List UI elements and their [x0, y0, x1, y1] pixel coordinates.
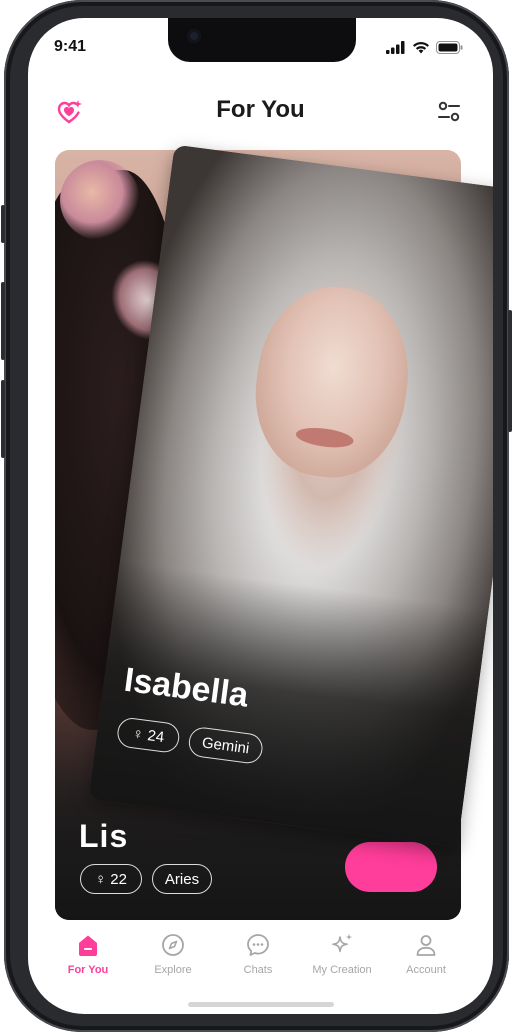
user-icon	[416, 935, 436, 956]
back-card-name: Lis	[79, 818, 129, 854]
sliders-icon[interactable]	[435, 98, 463, 126]
silent-switch	[1, 205, 5, 243]
zodiac-chip: Aries	[152, 864, 212, 894]
tab-chats[interactable]: Chats	[213, 932, 303, 976]
tab-label: My Creation	[312, 964, 372, 976]
tab-label: Explore	[154, 964, 192, 976]
signal-icon	[386, 41, 405, 54]
chat-action-button[interactable]	[345, 842, 437, 892]
tab-account[interactable]: Account	[381, 932, 471, 976]
age-value: 24	[146, 726, 166, 746]
wifi-icon	[413, 41, 429, 54]
home-icon	[79, 935, 97, 956]
notch	[168, 18, 356, 62]
app-header: For You	[28, 96, 493, 132]
tab-label: Account	[406, 964, 446, 976]
battery-icon	[436, 41, 463, 54]
app-screen: 9:41 For You Lis ♀ 22 Aries Isabella ♀ 2…	[28, 18, 493, 1014]
card-photo-flower	[60, 160, 140, 240]
chat-icon	[247, 934, 269, 956]
sparkle-icon	[332, 934, 352, 953]
tab-explore[interactable]: Explore	[128, 932, 218, 976]
volume-up-button	[1, 282, 5, 360]
bottom-tab-bar: For You Explore Chats My Creation Accoun…	[28, 924, 493, 994]
compass-icon	[162, 934, 184, 956]
power-button	[508, 310, 512, 432]
female-icon: ♀	[95, 870, 107, 888]
phone-frame: 9:41 For You Lis ♀ 22 Aries Isabella ♀ 2…	[1, 0, 512, 1032]
volume-down-button	[1, 380, 5, 458]
zodiac-value: Gemini	[201, 733, 251, 757]
status-time: 9:41	[54, 38, 87, 55]
page-title: For You	[216, 96, 305, 123]
card-gradient-overlay	[88, 560, 489, 848]
tab-label: For You	[67, 964, 109, 976]
front-camera	[187, 29, 201, 43]
tab-my-creation[interactable]: My Creation	[297, 932, 387, 976]
card-photo-face	[245, 278, 419, 487]
age-value: 22	[110, 870, 127, 888]
female-icon: ♀	[131, 724, 145, 743]
zodiac-value: Aries	[164, 870, 200, 888]
home-indicator[interactable]	[188, 1002, 334, 1007]
status-icons	[386, 41, 463, 54]
age-chip: ♀ 22	[80, 864, 142, 894]
tab-label: Chats	[243, 964, 273, 976]
tab-for-you[interactable]: For You	[43, 932, 133, 976]
